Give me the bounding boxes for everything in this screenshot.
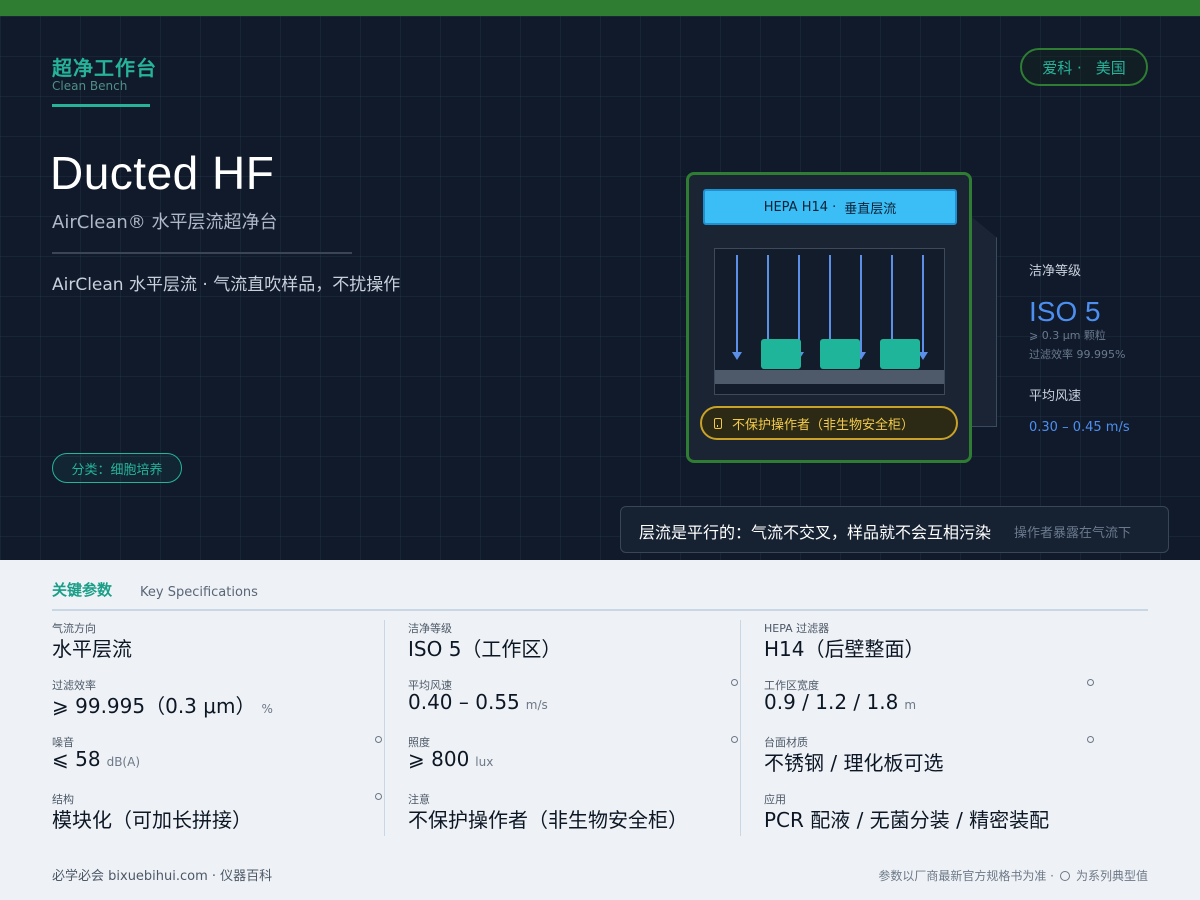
spec-structure: 结构 模块化（可加长拼接） xyxy=(52,791,392,839)
spec-unit: lux xyxy=(475,755,494,769)
product-title: Ducted HF xyxy=(50,147,275,199)
airspeed-label: 平均风速 xyxy=(1029,389,1082,404)
cleanliness-label: 洁净等级 xyxy=(1029,264,1082,279)
hepa-filter-bar: HEPA H14 · 垂直层流 xyxy=(703,189,957,225)
spec-airflow-direction: 气流方向 水平层流 xyxy=(52,620,392,668)
cleanliness-value: ISO 5 xyxy=(1029,296,1101,327)
spec-unit: dB(A) xyxy=(106,755,140,769)
spec-cleanliness: 洁净等级 ISO 5（工作区） xyxy=(408,620,748,668)
spec-unit: m/s xyxy=(525,698,548,712)
spec-caution: 注意 不保护操作者（非生物安全柜） xyxy=(408,791,748,839)
airflow-arrow xyxy=(918,255,928,360)
spec-noise: 噪音 ⩽ 58 dB(A) xyxy=(52,734,392,782)
spec-value: ISO 5（工作区） xyxy=(408,637,562,661)
category-title: 超净工作台 xyxy=(52,56,157,80)
spec-value: ⩾ 99.995（0.3 μm）% xyxy=(52,694,273,718)
category-subtitle: Clean Bench xyxy=(52,79,128,93)
note-main-text: 层流是平行的：气流不交叉，样品就不会互相污染 xyxy=(639,523,992,542)
specs-title-en: Key Specifications xyxy=(140,585,258,600)
spec-value: 模块化（可加长拼接） xyxy=(52,808,252,832)
sample-block xyxy=(880,339,920,369)
spec-hepa-filter: HEPA 过滤器 H14（后壁整面） xyxy=(764,620,1104,668)
airspeed-value: 0.30 – 0.45 m/s xyxy=(1029,420,1130,435)
product-tagline: AirClean 水平层流 · 气流直吹样品，不扰操作 xyxy=(52,275,401,295)
sample-block xyxy=(761,339,801,369)
spec-airspeed: 平均风速 0.40 – 0.55 m/s xyxy=(408,677,748,725)
spec-application: 应用 PCR 配液 / 无菌分装 / 精密装配 xyxy=(764,791,1104,839)
top-accent-bar xyxy=(0,0,1200,16)
sample-block xyxy=(820,339,860,369)
warning-badge: 不保护操作者（非生物安全柜） xyxy=(700,406,958,440)
spec-value: 不锈钢 / 理化板可选 xyxy=(764,751,944,775)
spec-value: H14（后壁整面） xyxy=(764,637,925,661)
note-sub-text: 操作者暴露在气流下 xyxy=(1014,526,1132,541)
category-tag[interactable]: 分类：细胞培养 xyxy=(52,453,182,483)
spec-value: 0.40 – 0.55 m/s xyxy=(408,690,548,714)
footer-disclaimer: 参数以厂商最新官方规格书为准 · 为系列典型值 xyxy=(878,867,1148,884)
airflow-type-label: 垂直层流 xyxy=(844,201,897,217)
brand-badge[interactable]: 爱科 · 美国 xyxy=(1020,48,1148,86)
spec-value: ⩾ 800 lux xyxy=(408,747,494,771)
hepa-filter-label: HEPA H14 · xyxy=(763,199,837,215)
spec-unit: % xyxy=(261,702,273,716)
specs-divider xyxy=(52,609,1148,611)
spec-value: ⩽ 58 dB(A) xyxy=(52,747,140,771)
disclaimer-text: 参数以厂商最新官方规格书为准 · xyxy=(878,869,1054,883)
laminar-note-box: 层流是平行的：气流不交叉，样品就不会互相污染 操作者暴露在气流下 xyxy=(620,506,1169,553)
typical-value-icon xyxy=(1059,870,1070,881)
typical-value-text: 为系列典型值 xyxy=(1075,869,1148,883)
warning-device-icon xyxy=(714,417,722,429)
typical-value-icon xyxy=(731,679,738,686)
typical-value-icon xyxy=(731,736,738,743)
work-area xyxy=(714,248,945,395)
specs-title: 关键参数 xyxy=(52,581,113,599)
spec-filter-efficiency: 过滤效率 ⩾ 99.995（0.3 μm）% xyxy=(52,677,392,725)
product-subtitle: AirClean® 水平层流超净台 xyxy=(52,212,278,233)
spec-value: 水平层流 xyxy=(52,637,132,661)
brand-name: 爱科 · xyxy=(1042,58,1082,77)
efficiency-note: 过滤效率 99.995% xyxy=(1029,348,1126,361)
category-underline xyxy=(52,104,150,107)
typical-value-icon xyxy=(375,793,382,800)
warning-text: 不保护操作者（非生物安全柜） xyxy=(732,417,915,433)
airflow-arrow xyxy=(732,255,742,360)
spec-illuminance: 照度 ⩾ 800 lux xyxy=(408,734,748,782)
typical-value-icon xyxy=(1087,736,1094,743)
spec-value: PCR 配液 / 无菌分装 / 精密装配 xyxy=(764,808,1050,832)
typical-value-icon xyxy=(1087,679,1094,686)
bench-illustration: HEPA H14 · 垂直层流 不保护操作者（非生物安全柜） xyxy=(686,172,972,463)
specifications-panel: 关键参数 Key Specifications 气流方向 水平层流 洁净等级 I… xyxy=(0,560,1200,900)
typical-value-icon xyxy=(375,736,382,743)
hero-section: 超净工作台 Clean Bench 爱科 · 美国 Ducted HF AirC… xyxy=(0,16,1200,560)
source-credit[interactable]: 必学必会 bixuebihui.com · 仪器百科 xyxy=(52,865,272,884)
spec-value: 0.9 / 1.2 / 1.8 m xyxy=(764,690,917,714)
spec-surface-material: 台面材质 不锈钢 / 理化板可选 xyxy=(764,734,1104,782)
spec-value: 不保护操作者（非生物安全柜） xyxy=(408,808,688,832)
spec-unit: m xyxy=(904,698,917,712)
particle-note: ⩾ 0.3 μm 颗粒 xyxy=(1029,329,1106,342)
airflow-arrow xyxy=(856,255,866,360)
bench-worksurface xyxy=(715,370,944,384)
spec-work-width: 工作区宽度 0.9 / 1.2 / 1.8 m xyxy=(764,677,1104,725)
divider xyxy=(52,252,352,254)
brand-country: 美国 xyxy=(1095,58,1126,77)
